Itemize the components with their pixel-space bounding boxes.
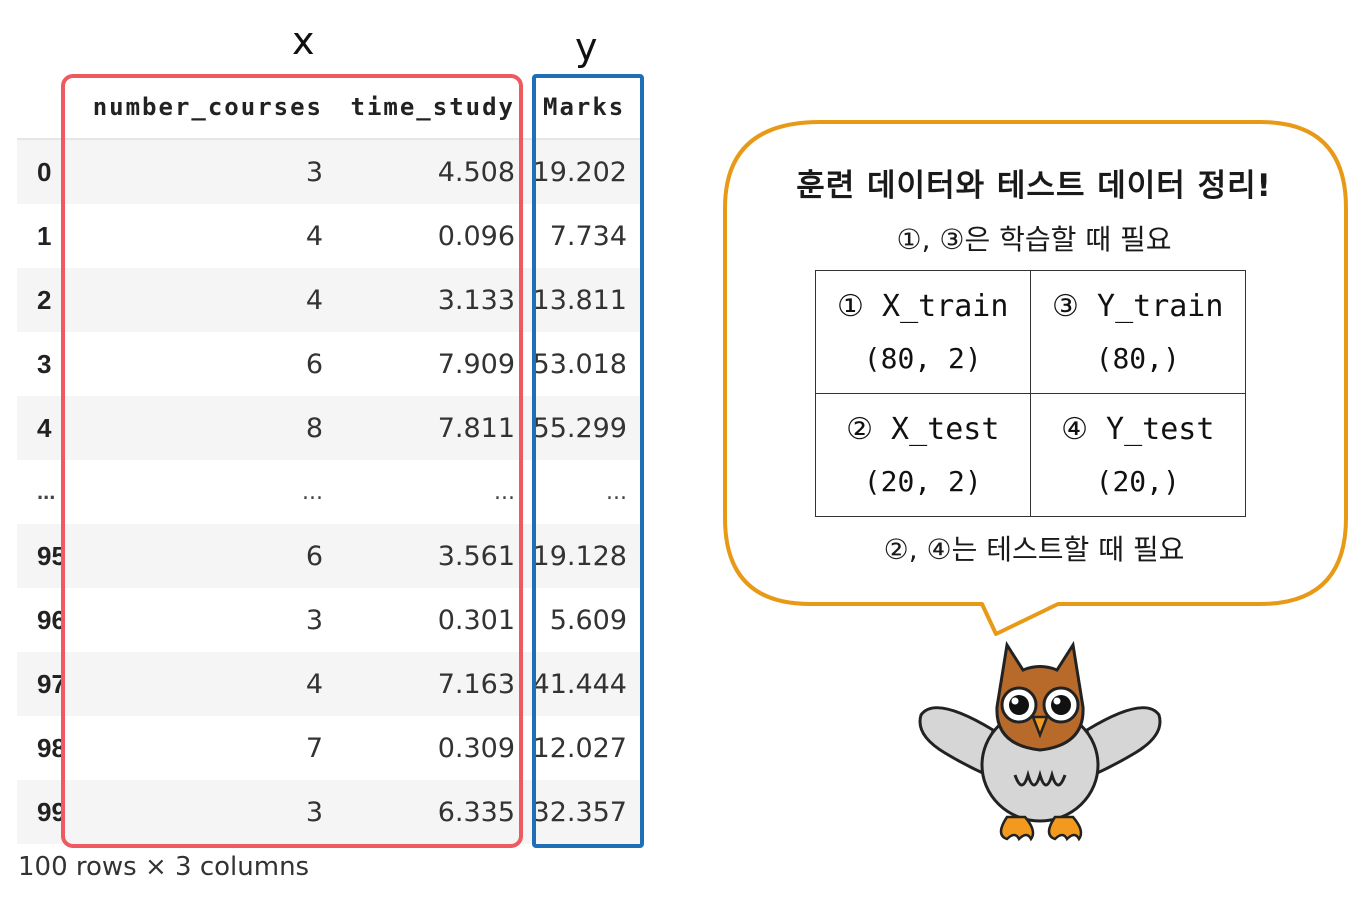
training-note: ①, ③은 학습할 때 필요 (896, 223, 1172, 256)
testing-note: ②, ④는 테스트할 때 필요 (883, 533, 1185, 566)
y-test-label: ④ Y_test (1061, 412, 1215, 447)
split-summary-grid: ① X_train (80, 2) ③ Y_train (80,) ② X_te… (815, 270, 1246, 517)
y-train-label: ③ Y_train (1052, 289, 1224, 324)
x-train-label: ① X_train (837, 289, 1009, 324)
x-test-shape: (20, 2) (863, 464, 982, 498)
x-test-cell: ② X_test (20, 2) (816, 393, 1031, 516)
y-test-cell: ④ Y_test (20,) (1031, 394, 1246, 517)
x-train-cell: ① X_train (80, 2) (816, 271, 1031, 394)
bubble-title: 훈련 데이터와 테스트 데이터 정리! (796, 168, 1272, 204)
owl-icon (918, 640, 1162, 842)
y-train-cell: ③ Y_train (80,) (1030, 271, 1245, 394)
x-test-label: ② X_test (846, 412, 1000, 447)
x-train-shape: (80, 2) (863, 341, 982, 375)
y-train-shape: (80,) (1095, 341, 1180, 375)
y-test-shape: (20,) (1095, 464, 1180, 498)
